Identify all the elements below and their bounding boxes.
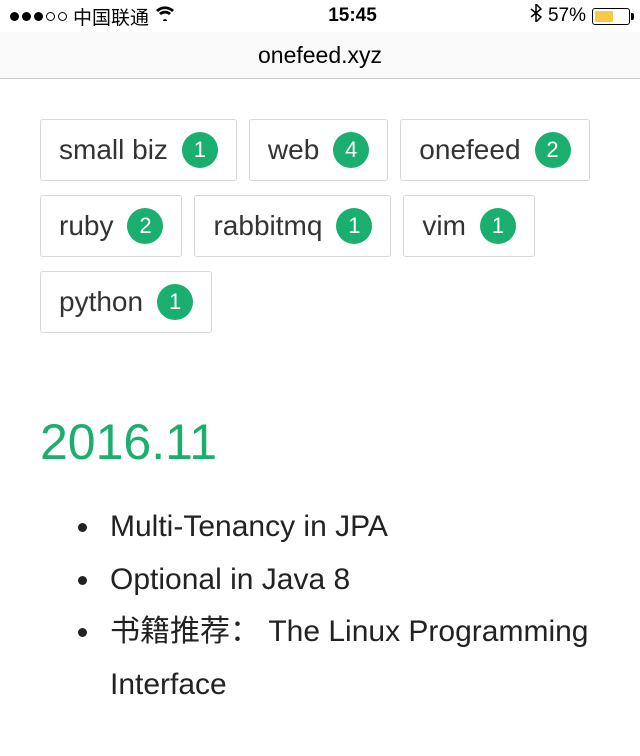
tag-label: ruby	[59, 210, 113, 242]
tag-label: onefeed	[419, 134, 520, 166]
archive-month-heading: 2016.11	[40, 413, 600, 471]
tag-count-badge: 1	[480, 208, 516, 244]
page-content: small biz 1 web 4 onefeed 2 ruby 2 rabbi…	[0, 79, 640, 711]
tag-count-badge: 1	[157, 284, 193, 320]
url-text: onefeed.xyz	[258, 42, 382, 69]
tag-count-badge: 4	[333, 132, 369, 168]
post-link[interactable]: Optional in Java 8	[102, 554, 600, 607]
tag-count-badge: 1	[182, 132, 218, 168]
address-bar[interactable]: onefeed.xyz	[0, 32, 640, 79]
tag-ruby[interactable]: ruby 2	[40, 195, 182, 257]
post-list: Multi-Tenancy in JPA Optional in Java 8 …	[40, 501, 600, 711]
carrier-label: 中国联通	[73, 3, 149, 30]
status-left: 中国联通	[10, 3, 175, 30]
tag-vim[interactable]: vim 1	[403, 195, 535, 257]
battery-pct: 57%	[548, 5, 586, 27]
bluetooth-icon	[530, 4, 542, 28]
tag-python[interactable]: python 1	[40, 271, 212, 333]
status-right: 57%	[530, 4, 630, 28]
battery-icon	[592, 8, 630, 25]
post-link[interactable]: 书籍推荐： The Linux Programming Interface	[102, 606, 600, 711]
tag-list: small biz 1 web 4 onefeed 2 ruby 2 rabbi…	[40, 119, 600, 333]
tag-count-badge: 1	[336, 208, 372, 244]
tag-web[interactable]: web 4	[249, 119, 388, 181]
tag-label: vim	[422, 210, 466, 242]
wifi-icon	[155, 5, 175, 27]
tag-small-biz[interactable]: small biz 1	[40, 119, 237, 181]
tag-label: python	[59, 286, 143, 318]
tag-count-badge: 2	[127, 208, 163, 244]
tag-label: rabbitmq	[213, 210, 322, 242]
tag-label: web	[268, 134, 319, 166]
tag-count-badge: 2	[535, 132, 571, 168]
tag-rabbitmq[interactable]: rabbitmq 1	[194, 195, 391, 257]
signal-strength-icon	[10, 12, 67, 21]
battery-fill	[595, 11, 613, 22]
tag-onefeed[interactable]: onefeed 2	[400, 119, 589, 181]
post-link[interactable]: Multi-Tenancy in JPA	[102, 501, 600, 554]
clock: 15:45	[328, 5, 377, 27]
status-bar: 中国联通 15:45 57%	[0, 0, 640, 32]
tag-label: small biz	[59, 134, 168, 166]
